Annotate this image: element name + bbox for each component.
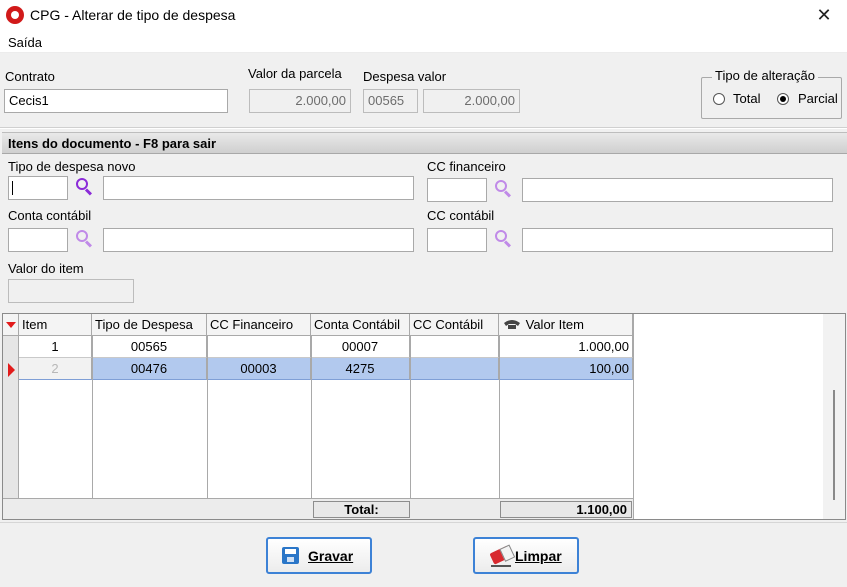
grid-footer: Total: 1.100,00 bbox=[3, 498, 633, 519]
scrollbar-thumb[interactable] bbox=[833, 390, 835, 500]
grid-corner[interactable] bbox=[3, 314, 19, 336]
vertical-scrollbar[interactable] bbox=[823, 314, 845, 519]
tipo-despesa-code-field[interactable] bbox=[8, 176, 68, 200]
section-separator bbox=[0, 127, 847, 129]
cell-tipo-despesa[interactable]: 00476 bbox=[92, 358, 207, 380]
cell-cc-contabil[interactable] bbox=[410, 358, 499, 380]
contrato-label: Contrato bbox=[5, 69, 55, 84]
column-header-valor-item[interactable]: Valor Item bbox=[499, 314, 633, 336]
conta-contabil-label: Conta contábil bbox=[8, 208, 92, 223]
cc-contabil-desc-field[interactable] bbox=[522, 228, 833, 252]
column-header-cc-financeiro[interactable]: CC Financeiro bbox=[207, 314, 311, 336]
menu-item-saida[interactable]: Saída bbox=[8, 35, 42, 50]
section-title: Itens do documento - F8 para sair bbox=[8, 136, 217, 151]
window-title: CPG - Alterar de tipo de despesa bbox=[30, 7, 236, 23]
total-value: 1.100,00 bbox=[500, 501, 632, 518]
title-bar: CPG - Alterar de tipo de despesa ✕ bbox=[0, 0, 847, 31]
cc-financeiro-desc-field[interactable] bbox=[522, 178, 833, 202]
tipo-alteracao-title: Tipo de alteração bbox=[712, 68, 818, 83]
valor-parcela-field: 2.000,00 bbox=[249, 89, 351, 113]
search-icon[interactable] bbox=[493, 179, 513, 199]
column-divider bbox=[207, 336, 208, 498]
cell-cc-financeiro[interactable]: 00003 bbox=[207, 358, 311, 380]
valor-item-label: Valor do item bbox=[8, 261, 84, 276]
search-icon[interactable] bbox=[493, 229, 513, 249]
column-header-item[interactable]: Item bbox=[19, 314, 92, 336]
table-row-selected[interactable]: 2 00476 00003 4275 100,00 bbox=[19, 358, 633, 380]
telephone-icon bbox=[504, 320, 520, 329]
radio-total[interactable] bbox=[713, 93, 725, 105]
cell-conta-contabil[interactable]: 4275 bbox=[311, 358, 410, 380]
cell-cc-financeiro[interactable] bbox=[207, 336, 311, 358]
column-header-valor-item-label: Valor Item bbox=[525, 317, 584, 332]
cc-contabil-code-field[interactable] bbox=[427, 228, 487, 252]
column-header-cc-contabil[interactable]: CC Contábil bbox=[410, 314, 499, 336]
cell-valor-item[interactable]: 100,00 bbox=[499, 358, 633, 380]
close-button[interactable]: ✕ bbox=[801, 0, 847, 31]
column-header-tipo-despesa[interactable]: Tipo de Despesa bbox=[92, 314, 207, 336]
column-header-conta-contabil[interactable]: Conta Contábil bbox=[311, 314, 410, 336]
cc-financeiro-label: CC financeiro bbox=[427, 159, 506, 174]
conta-contabil-code-field[interactable] bbox=[8, 228, 68, 252]
contrato-field[interactable]: Cecis1 bbox=[4, 89, 228, 113]
clear-button[interactable]: Limpar bbox=[473, 537, 579, 574]
save-button-label: Gravar bbox=[308, 548, 354, 564]
eraser-line bbox=[491, 565, 511, 567]
valor-parcela-label: Valor da parcela bbox=[248, 66, 342, 81]
app-logo-icon bbox=[6, 6, 24, 24]
column-divider bbox=[92, 336, 93, 498]
conta-contabil-desc-field[interactable] bbox=[103, 228, 414, 252]
column-divider bbox=[499, 336, 500, 498]
button-bar: Gravar Limpar bbox=[0, 522, 847, 587]
cell-tipo-despesa[interactable]: 00565 bbox=[92, 336, 207, 358]
items-grid[interactable]: Item Tipo de Despesa CC Financeiro Conta… bbox=[2, 313, 846, 520]
despesa-code-field: 00565 bbox=[363, 89, 418, 113]
column-divider bbox=[410, 336, 411, 498]
column-divider bbox=[311, 336, 312, 498]
row-indicator-column bbox=[3, 336, 19, 498]
section-header: Itens do documento - F8 para sair bbox=[2, 132, 847, 154]
sort-down-icon bbox=[6, 322, 16, 328]
despesa-valor-label: Despesa valor bbox=[363, 69, 447, 84]
tipo-despesa-desc-field[interactable] bbox=[103, 176, 414, 200]
search-icon[interactable] bbox=[74, 177, 94, 197]
table-row[interactable]: 1 00565 00007 1.000,00 bbox=[19, 336, 633, 358]
total-label: Total: bbox=[313, 501, 410, 518]
clear-button-label: Limpar bbox=[515, 548, 562, 564]
grid-empty-area bbox=[633, 314, 823, 519]
valor-item-field bbox=[8, 279, 134, 303]
tipo-despesa-label: Tipo de despesa novo bbox=[8, 159, 136, 174]
cell-cc-contabil[interactable] bbox=[410, 336, 499, 358]
radio-parcial-label[interactable]: Parcial bbox=[798, 91, 838, 106]
cell-conta-contabil[interactable]: 00007 bbox=[311, 336, 410, 358]
despesa-valor-field: 2.000,00 bbox=[423, 89, 520, 113]
cell-item[interactable]: 2 bbox=[19, 358, 92, 380]
row-pointer-icon bbox=[8, 363, 15, 377]
save-icon bbox=[282, 547, 299, 564]
menu-bar: Saída bbox=[0, 31, 847, 53]
cell-item[interactable]: 1 bbox=[19, 336, 92, 358]
eraser-icon bbox=[489, 545, 513, 565]
search-icon[interactable] bbox=[74, 229, 94, 249]
radio-parcial[interactable] bbox=[777, 93, 789, 105]
cc-financeiro-code-field[interactable] bbox=[427, 178, 487, 202]
cell-valor-item[interactable]: 1.000,00 bbox=[499, 336, 633, 358]
save-button[interactable]: Gravar bbox=[266, 537, 372, 574]
cc-contabil-label: CC contábil bbox=[427, 208, 495, 223]
radio-total-label[interactable]: Total bbox=[733, 91, 760, 106]
